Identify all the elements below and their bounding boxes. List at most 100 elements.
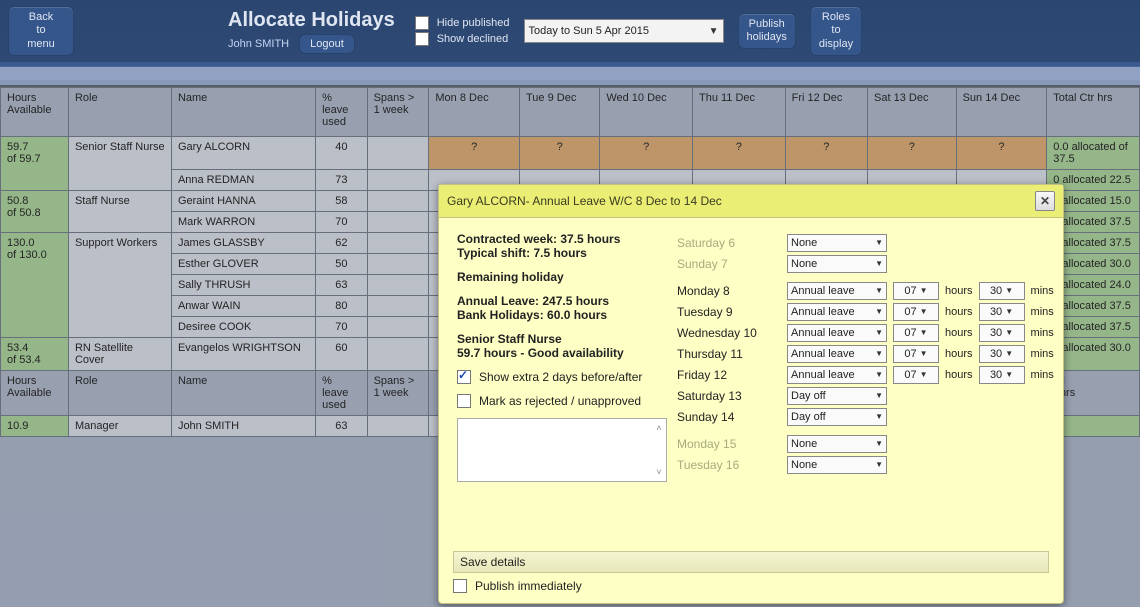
popup-day-label: Sunday 14: [677, 410, 781, 424]
chevron-down-icon: ▼: [875, 259, 883, 268]
show-extra-days-label: Show extra 2 days before/after: [479, 370, 642, 384]
leave-type-select[interactable]: Annual leave▼: [787, 282, 887, 300]
mins-unit-label: mins: [1031, 306, 1054, 318]
contracted-week: Contracted week: 37.5 hours: [457, 232, 667, 246]
popup-day-row: Saturday 6 None▼: [677, 232, 1054, 253]
leave-type-select[interactable]: Day off▼: [787, 408, 887, 426]
current-user: John SMITH: [228, 38, 289, 50]
chevron-down-icon: ▼: [1005, 370, 1013, 379]
chevron-down-icon: ▼: [920, 286, 928, 295]
leave-detail-popup: Gary ALCORN- Annual Leave W/C 8 Dec to 1…: [438, 184, 1064, 604]
hours-select[interactable]: 07▼: [893, 324, 939, 342]
popup-header: Gary ALCORN- Annual Leave W/C 8 Dec to 1…: [439, 185, 1063, 218]
leave-type-select[interactable]: Annual leave▼: [787, 345, 887, 363]
hours-unit-label: hours: [945, 348, 973, 360]
popup-day-label: Sunday 7: [677, 257, 781, 271]
mins-select[interactable]: 30▼: [979, 324, 1025, 342]
chevron-down-icon: ▼: [1005, 328, 1013, 337]
hours-select[interactable]: 07▼: [893, 303, 939, 321]
popup-day-label: Thursday 11: [677, 347, 781, 361]
popup-day-row: Thursday 11 Annual leave▼ 07▼ hours 30▼ mins: [677, 343, 1054, 364]
chevron-down-icon: ▼: [875, 307, 883, 316]
popup-day-row: Saturday 13Day off▼: [677, 385, 1054, 406]
filter-checkboxes: Hide published Show declined: [415, 16, 510, 46]
mins-select[interactable]: 30▼: [979, 366, 1025, 384]
publish-immediately-label: Publish immediately: [475, 579, 582, 593]
save-details-button[interactable]: Save details: [453, 551, 1049, 573]
hours-select[interactable]: 07▼: [893, 282, 939, 300]
scroll-down-icon[interactable]: ˅: [654, 467, 664, 477]
close-icon[interactable]: ✕: [1035, 191, 1055, 211]
date-range-select[interactable]: Today to Sun 5 Apr 2015 ▼: [524, 19, 724, 43]
popup-title: Gary ALCORN- Annual Leave W/C 8 Dec to 1…: [447, 194, 722, 208]
popup-day-row: Monday 8 Annual leave▼ 07▼ hours 30▼ mins: [677, 280, 1054, 301]
rejection-notes-textarea[interactable]: ˄ ˅: [457, 418, 667, 482]
chevron-down-icon: ▼: [875, 391, 883, 400]
leave-type-select[interactable]: None▼: [787, 255, 887, 273]
chevron-down-icon: ▼: [875, 370, 883, 379]
date-range-value: Today to Sun 5 Apr 2015: [529, 25, 649, 37]
leave-type-select[interactable]: Annual leave▼: [787, 303, 887, 321]
chevron-down-icon: ▼: [920, 349, 928, 358]
roles-to-display-button[interactable]: Roles to display: [810, 6, 862, 56]
chevron-down-icon: ▼: [1005, 307, 1013, 316]
popup-role: Senior Staff Nurse: [457, 332, 667, 346]
mins-select[interactable]: 30▼: [979, 282, 1025, 300]
chevron-down-icon: ▼: [875, 412, 883, 421]
scroll-up-icon[interactable]: ˄: [654, 423, 664, 433]
mins-select[interactable]: 30▼: [979, 345, 1025, 363]
popup-day-label: Wednesday 10: [677, 326, 781, 340]
popup-day-label: Monday 8: [677, 284, 781, 298]
bank-holidays: Bank Holidays: 60.0 hours: [457, 308, 667, 322]
chevron-down-icon: ▼: [1005, 286, 1013, 295]
publish-immediately-checkbox[interactable]: [453, 579, 467, 593]
leave-type-select[interactable]: None▼: [787, 435, 887, 453]
annual-leave: Annual Leave: 247.5 hours: [457, 294, 667, 308]
popup-day-label: Tuesday 9: [677, 305, 781, 319]
popup-day-list: Saturday 6 None▼ Sunday 7 None▼ Monday 8 Annu…: [677, 232, 1054, 482]
popup-availability: 59.7 hours - Good availability: [457, 346, 667, 360]
leave-type-select[interactable]: Day off▼: [787, 387, 887, 405]
chevron-down-icon: ▼: [1005, 349, 1013, 358]
chevron-down-icon: ▼: [920, 307, 928, 316]
popup-day-row: Sunday 14 Day off▼: [677, 406, 1054, 427]
leave-type-select[interactable]: Annual leave▼: [787, 366, 887, 384]
hours-unit-label: hours: [945, 327, 973, 339]
mins-unit-label: mins: [1031, 327, 1054, 339]
show-declined-checkbox[interactable]: [415, 32, 429, 46]
leave-type-select[interactable]: Annual leave▼: [787, 324, 887, 342]
mins-unit-label: mins: [1031, 285, 1054, 297]
show-declined-label: Show declined: [437, 33, 509, 45]
chevron-down-icon: ▼: [709, 26, 719, 37]
hide-published-checkbox[interactable]: [415, 16, 429, 30]
popup-left-column: Contracted week: 37.5 hours Typical shif…: [457, 232, 667, 482]
mins-select[interactable]: 30▼: [979, 303, 1025, 321]
popup-day-row: Tuesday 9 Annual leave▼ 07▼ hours 30▼ mins: [677, 301, 1054, 322]
mark-rejected-label: Mark as rejected / unapproved: [479, 394, 641, 408]
popup-day-row: Tuesday 16None▼: [677, 454, 1054, 475]
chevron-down-icon: ▼: [875, 286, 883, 295]
publish-holidays-button[interactable]: Publish holidays: [738, 13, 796, 49]
hours-unit-label: hours: [945, 306, 973, 318]
popup-day-row: Monday 15None▼: [677, 433, 1054, 454]
page-title: Allocate Holidays: [228, 9, 395, 32]
chevron-down-icon: ▼: [920, 328, 928, 337]
hours-select[interactable]: 07▼: [893, 345, 939, 363]
leave-type-select[interactable]: None▼: [787, 456, 887, 474]
hide-published-label: Hide published: [437, 17, 510, 29]
popup-day-row: Sunday 7 None▼: [677, 253, 1054, 274]
hours-unit-label: hours: [945, 285, 973, 297]
popup-day-row: Wednesday 10 Annual leave▼ 07▼ hours 30▼ mins: [677, 322, 1054, 343]
back-to-menu-button[interactable]: Back to menu: [8, 6, 74, 56]
mins-unit-label: mins: [1031, 369, 1054, 381]
mark-rejected-checkbox[interactable]: [457, 394, 471, 408]
chevron-down-icon: ▼: [875, 460, 883, 469]
hours-select[interactable]: 07▼: [893, 366, 939, 384]
logout-button[interactable]: Logout: [299, 34, 355, 54]
chevron-down-icon: ▼: [875, 238, 883, 247]
remaining-holiday: Remaining holiday: [457, 270, 667, 284]
leave-type-select[interactable]: None▼: [787, 234, 887, 252]
mins-unit-label: mins: [1031, 348, 1054, 360]
popup-day-label: Saturday 6: [677, 236, 781, 250]
show-extra-days-checkbox[interactable]: [457, 370, 471, 384]
